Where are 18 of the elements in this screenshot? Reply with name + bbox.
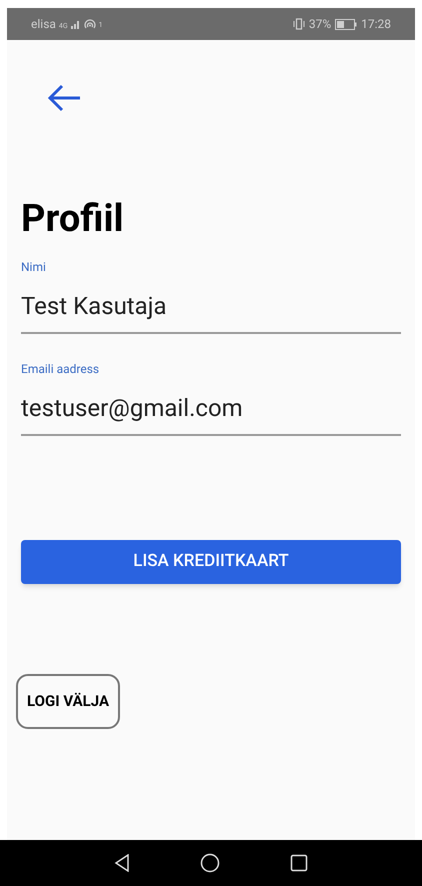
carrier-name: elisa — [31, 16, 56, 33]
field-label: Nimi — [21, 258, 47, 276]
add-credit-card-button[interactable]: LISA KREDIITKAART — [21, 540, 401, 584]
vibrate-icon — [292, 18, 305, 30]
clock: 17:28 — [361, 16, 391, 33]
input-field[interactable]: Test Kasutaja — [21, 288, 401, 334]
input-field[interactable]: testuser@gmail.com — [21, 390, 401, 436]
back-icon[interactable] — [114, 854, 130, 872]
home-icon[interactable] — [200, 853, 220, 873]
recents-icon[interactable] — [290, 854, 308, 872]
field-label: Emaili aadress — [21, 360, 100, 378]
logout-button[interactable]: LOGI VÄLJA — [16, 674, 120, 728]
battery-percent: 37% — [308, 16, 332, 33]
hotspot-icon — [84, 18, 96, 30]
back-arrow-icon[interactable] — [47, 84, 81, 112]
signal-icon — [70, 19, 81, 29]
page-title: Profiil — [21, 196, 125, 243]
battery-icon — [335, 18, 358, 30]
